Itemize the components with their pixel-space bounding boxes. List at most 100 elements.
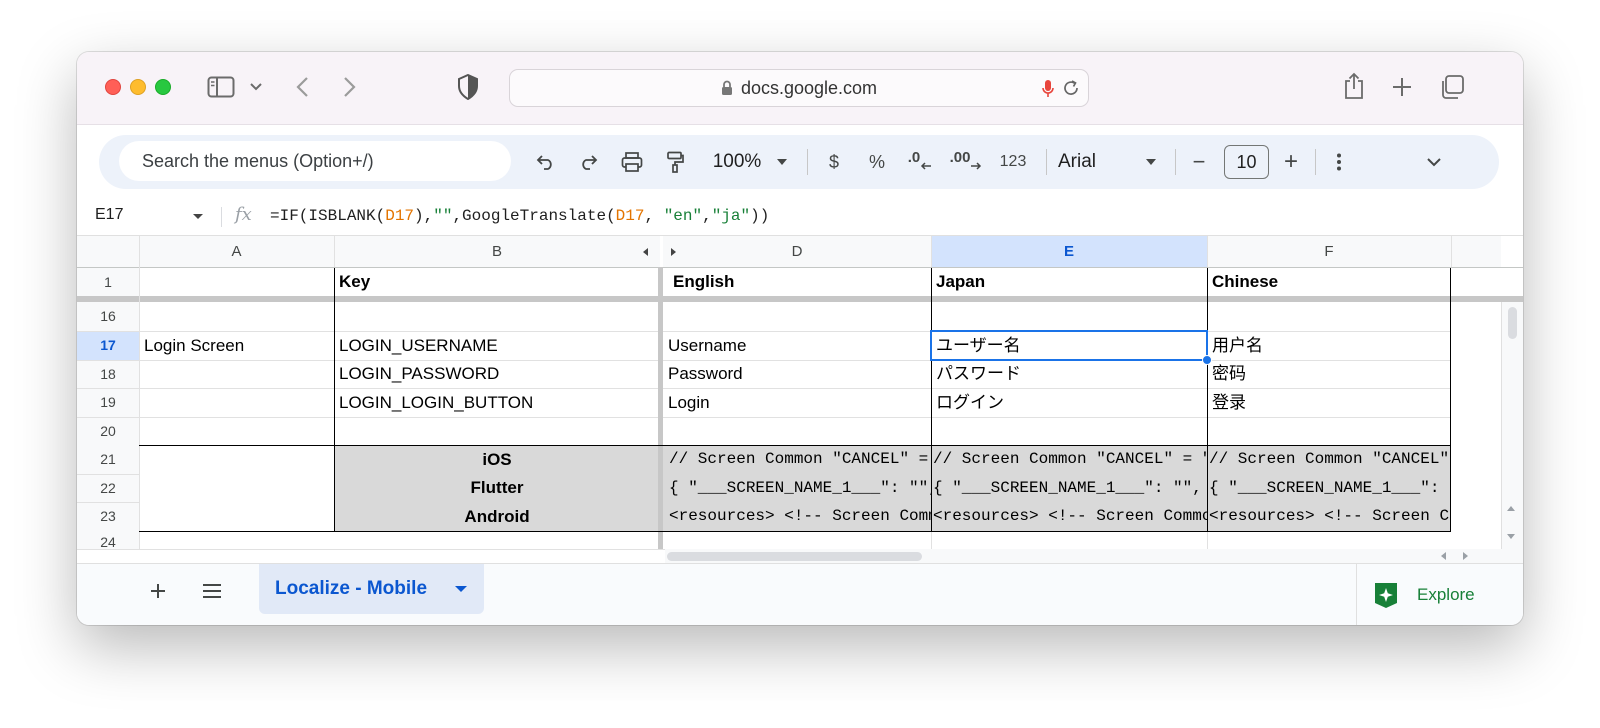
address-bar[interactable]: docs.google.com — [509, 69, 1089, 107]
font-dropdown-icon[interactable] — [1144, 135, 1158, 189]
cell-d18[interactable]: Password — [663, 360, 931, 388]
scroll-down-icon[interactable] — [1507, 534, 1515, 539]
row-header[interactable]: 22 — [77, 474, 139, 502]
currency-format-button[interactable]: $ — [819, 135, 849, 189]
formula-input[interactable]: =IF(ISBLANK(D17),"",GoogleTranslate(D17,… — [270, 207, 769, 225]
cell-d22[interactable]: { "___SCREEN_NAME_1___": "", — [663, 474, 931, 502]
increase-font-size-button[interactable]: + — [1277, 135, 1305, 189]
column-header-g[interactable] — [1451, 236, 1501, 267]
cell-b17[interactable]: LOGIN_USERNAME — [334, 331, 660, 360]
more-formats-button[interactable]: 123 — [991, 135, 1035, 189]
row-header[interactable]: 20 — [77, 417, 139, 445]
row-header[interactable]: 23 — [77, 502, 139, 531]
more-options-icon[interactable] — [1329, 135, 1349, 189]
close-window-button[interactable] — [105, 79, 121, 95]
redo-icon[interactable] — [571, 135, 605, 189]
vertical-scrollbar-thumb[interactable] — [1508, 307, 1517, 339]
cell-e18[interactable]: パスワード — [931, 360, 1207, 388]
increase-decimal-button[interactable]: .00 — [947, 135, 985, 189]
cell-f22[interactable]: { "___SCREEN_NAME_1___": "", — [1207, 474, 1451, 502]
cell-b1[interactable]: Key — [334, 268, 660, 296]
vertical-scrollbar[interactable] — [1501, 302, 1523, 549]
cell-f21[interactable]: // Screen Common "CANCEL" = "取消"; — [1207, 445, 1451, 474]
cell-b18[interactable]: LOGIN_PASSWORD — [334, 360, 660, 388]
cell-e19[interactable]: ログイン — [931, 388, 1207, 417]
cell-a17[interactable]: Login Screen — [139, 331, 334, 360]
font-size-input[interactable]: 10 — [1224, 145, 1269, 179]
back-icon[interactable] — [295, 76, 309, 98]
gridline — [334, 236, 335, 267]
tab-overview-icon[interactable] — [1439, 74, 1465, 100]
hidden-column-right-arrow-icon[interactable] — [671, 248, 676, 256]
collapse-toolbar-icon[interactable] — [1419, 135, 1449, 189]
explore-button[interactable]: Explore — [1356, 564, 1523, 625]
cell-f1[interactable]: Chinese — [1207, 268, 1451, 296]
row-header[interactable]: 24 — [77, 531, 139, 550]
row-header[interactable]: 21 — [77, 445, 139, 474]
microphone-icon[interactable] — [1042, 79, 1054, 103]
reload-icon[interactable] — [1062, 79, 1080, 102]
column-header-e[interactable]: E — [931, 236, 1207, 267]
cell-b23[interactable]: Android — [334, 502, 660, 531]
row-header[interactable]: 19 — [77, 388, 139, 417]
cell-e21[interactable]: // Screen Common "CANCEL" = "キャンセル"; — [931, 445, 1207, 474]
scroll-left-icon[interactable] — [1441, 552, 1446, 560]
cell-b21[interactable]: iOS — [334, 445, 660, 474]
cell-f17[interactable]: 用户名 — [1207, 331, 1451, 360]
cell-e22[interactable]: { "___SCREEN_NAME_1___": "", — [931, 474, 1207, 502]
select-all-corner[interactable] — [77, 236, 139, 267]
forward-icon[interactable] — [343, 76, 357, 98]
row-header[interactable]: 18 — [77, 360, 139, 388]
new-tab-icon[interactable] — [1391, 76, 1413, 98]
zoom-window-button[interactable] — [155, 79, 171, 95]
privacy-shield-icon[interactable] — [457, 74, 479, 100]
cell-d17[interactable]: Username — [663, 331, 931, 360]
cell-d23[interactable]: <resources> <!-- Screen Common --> — [663, 502, 931, 531]
scroll-right-icon[interactable] — [1463, 552, 1468, 560]
formula-cell-ref: D17 — [615, 207, 645, 225]
column-header-a[interactable]: A — [139, 236, 334, 267]
cell-d19[interactable]: Login — [663, 388, 931, 417]
cell-e23[interactable]: <resources> <!-- Screen Common --> — [931, 502, 1207, 531]
cell-f18[interactable]: 密码 — [1207, 360, 1451, 388]
cell-f19[interactable]: 登录 — [1207, 388, 1451, 417]
percent-format-button[interactable]: % — [862, 135, 892, 189]
undo-icon[interactable] — [529, 135, 563, 189]
sheet-tab-dropdown-icon[interactable] — [455, 586, 467, 592]
chevron-down-icon[interactable] — [250, 82, 262, 92]
font-select[interactable]: Arial — [1054, 135, 1134, 189]
frozen-column-divider[interactable] — [658, 267, 663, 549]
cell-f23[interactable]: <resources> <!-- Screen Common --> — [1207, 502, 1451, 531]
row-header-selected[interactable]: 17 — [77, 331, 139, 360]
cell-e1[interactable]: Japan — [931, 268, 1207, 296]
hidden-column-left-arrow-icon[interactable] — [643, 248, 648, 256]
cell-d21[interactable]: // Screen Common "CANCEL" = "Cancel"; — [663, 445, 931, 474]
add-sheet-icon[interactable] — [149, 582, 167, 600]
horizontal-scrollbar-thumb[interactable] — [667, 552, 922, 561]
paint-format-icon[interactable] — [657, 135, 693, 189]
search-menus-input[interactable]: Search the menus (Option+/) — [119, 141, 511, 181]
row-header[interactable]: 16 — [77, 302, 139, 331]
name-box[interactable]: E17 — [95, 206, 123, 224]
cell-d1[interactable]: English — [663, 268, 931, 296]
all-sheets-menu-icon[interactable] — [202, 583, 222, 599]
cell-b19[interactable]: LOGIN_LOGIN_BUTTON — [334, 388, 660, 417]
column-header-b[interactable]: B — [334, 236, 660, 267]
zoom-dropdown-icon[interactable] — [775, 135, 789, 189]
decrease-font-size-button[interactable]: − — [1185, 135, 1213, 189]
share-icon[interactable] — [1343, 72, 1365, 100]
print-icon[interactable] — [614, 135, 650, 189]
sidebar-toggle-icon[interactable] — [207, 76, 235, 98]
decrease-decimal-button[interactable]: .0 — [903, 135, 937, 189]
column-header-d[interactable]: D — [663, 236, 931, 267]
frozen-rows-divider[interactable] — [77, 296, 1523, 302]
sheet-tab-active[interactable]: Localize - Mobile — [259, 564, 484, 614]
minimize-window-button[interactable] — [130, 79, 146, 95]
fill-handle[interactable] — [1202, 355, 1212, 365]
column-header-f[interactable]: F — [1207, 236, 1451, 267]
name-box-dropdown-icon[interactable] — [193, 214, 203, 219]
scroll-up-icon[interactable] — [1507, 506, 1515, 511]
zoom-select[interactable]: 100% — [707, 135, 767, 189]
cell-b22[interactable]: Flutter — [334, 474, 660, 502]
row-header[interactable]: 1 — [77, 268, 139, 296]
